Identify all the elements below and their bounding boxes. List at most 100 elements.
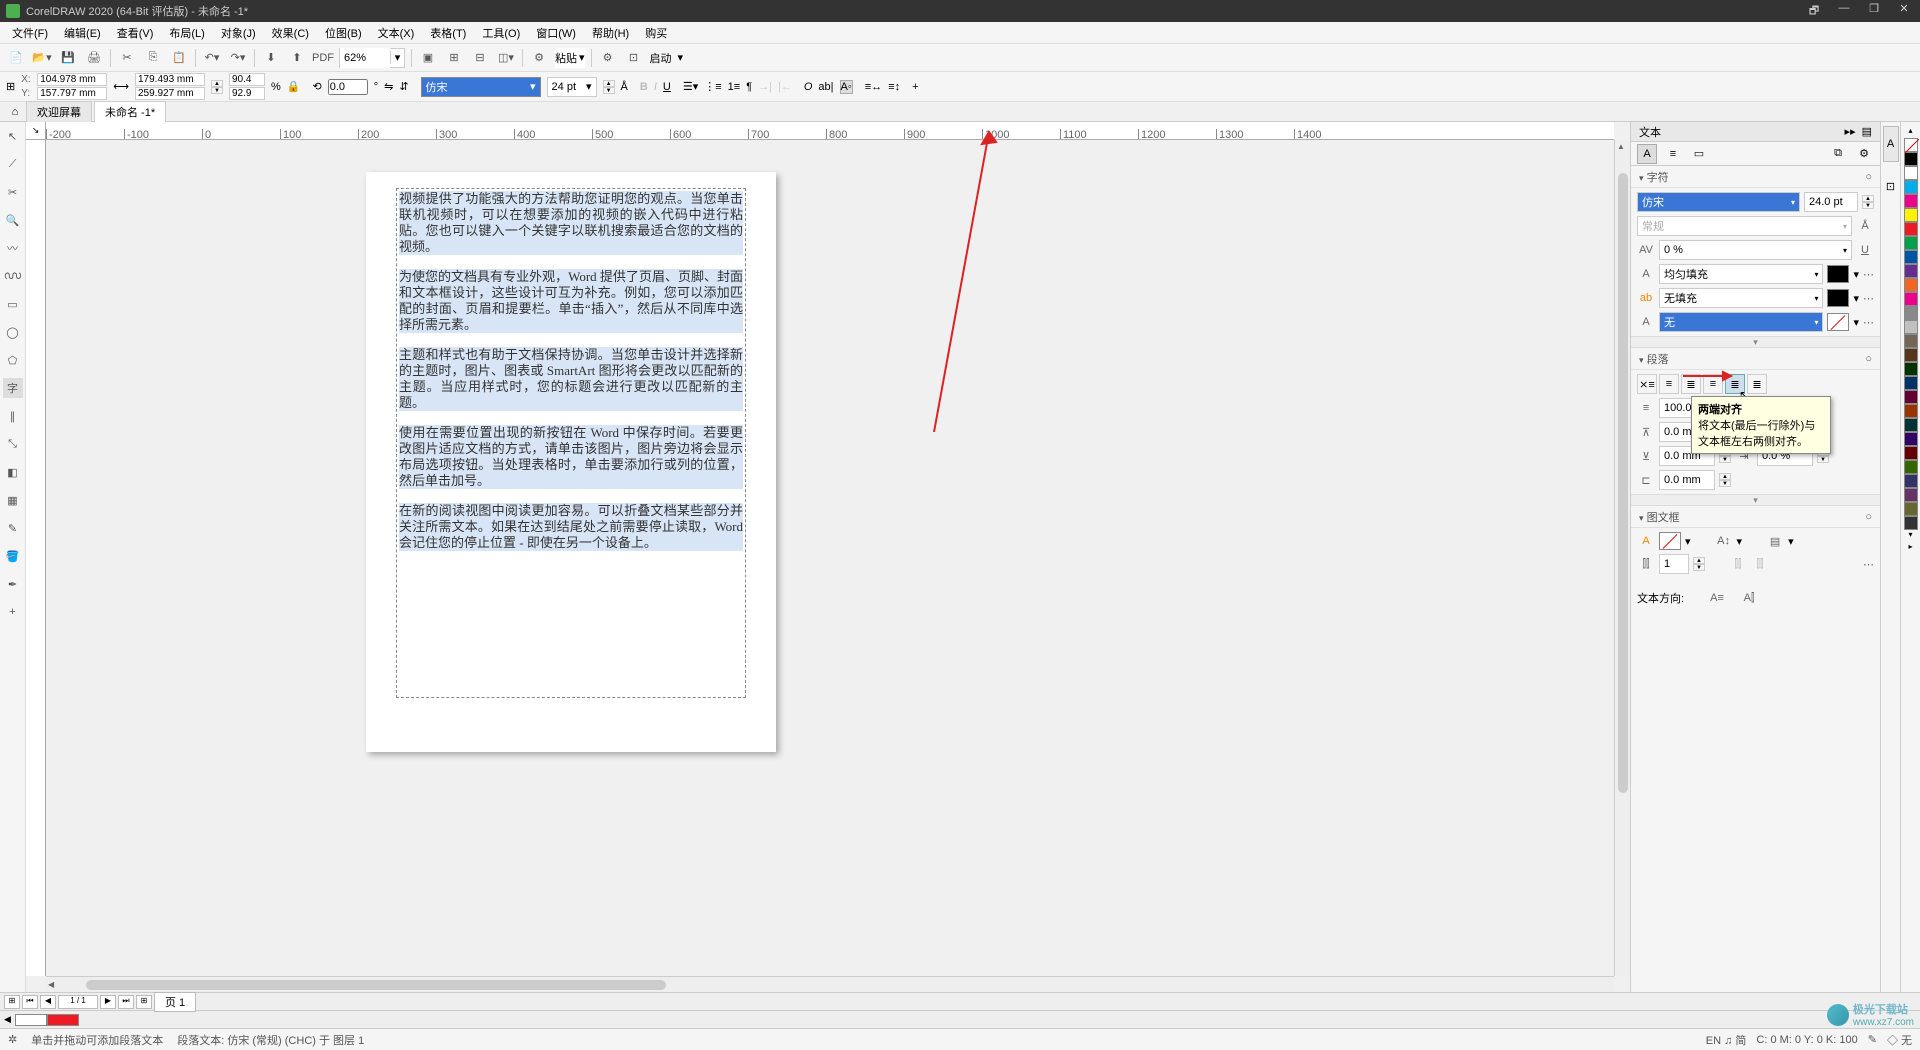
color-swatch[interactable] [1904, 264, 1918, 278]
color-swatch[interactable] [1904, 166, 1918, 180]
import-icon[interactable]: ⬇ [261, 48, 281, 68]
align-force-justify-icon[interactable]: ≣ [1747, 374, 1767, 394]
next-page-icon[interactable]: ▶ [100, 995, 116, 1009]
gear-icon[interactable]: ✲ [8, 1033, 17, 1046]
tab-welcome[interactable]: 欢迎屏幕 [26, 101, 92, 122]
fullscreen-icon[interactable]: ▣ [418, 48, 438, 68]
transparency-icon[interactable]: ▦ [3, 490, 23, 510]
bg-color-swatch[interactable] [1827, 289, 1849, 307]
tab-document[interactable]: 未命名 -1* [94, 101, 166, 122]
paragraph-5[interactable]: 在新的阅读视图中阅读更加容易。可以折叠文档某些部分并关注所需文本。如果在达到结尾… [399, 503, 743, 551]
chevron-down-icon[interactable]: ▾ [586, 80, 592, 93]
color-swatch[interactable] [1904, 306, 1918, 320]
color-swatch[interactable] [1904, 460, 1918, 474]
color-swatch[interactable] [1904, 208, 1918, 222]
align-justify-icon[interactable]: ≣ [1725, 374, 1745, 394]
paste-combo[interactable]: 粘贴 ▾ [555, 48, 585, 68]
horizontal-ruler[interactable]: -200-10001002003004005006007008009001000… [46, 122, 1614, 140]
no-fill-swatch[interactable] [1659, 532, 1681, 550]
last-page-icon[interactable]: ⏭ [118, 995, 134, 1009]
vertical-align-icon[interactable]: A↕ [1715, 535, 1733, 547]
mirror-v-icon[interactable]: ⇵ [399, 80, 408, 93]
ruler-origin[interactable]: ↘ [26, 122, 46, 140]
size-spinner[interactable]: ▲▼ [211, 80, 223, 94]
first-page-icon[interactable]: ⏮ [22, 995, 38, 1009]
more-icon[interactable]: ⋯ [1863, 292, 1874, 305]
scroll-thumb[interactable] [86, 980, 666, 990]
more-icon[interactable]: ⋯ [1863, 316, 1874, 329]
color-swatch[interactable] [1904, 320, 1918, 334]
underline-icon[interactable]: U [1856, 244, 1874, 256]
align-none-icon[interactable]: ⨯≡ [1637, 374, 1657, 394]
color-swatch[interactable] [1904, 390, 1918, 404]
menu-help[interactable]: 帮助(H) [586, 23, 635, 43]
chevron-down-icon[interactable]: ▾ [1685, 535, 1691, 548]
artistic-media-icon[interactable]: ൜ [3, 266, 23, 286]
indent-dec-icon[interactable]: |← [778, 81, 792, 93]
chevron-down-icon[interactable]: ▾ [1737, 535, 1743, 548]
scroll-thumb[interactable] [1618, 173, 1628, 793]
menu-view[interactable]: 查看(V) [111, 23, 160, 43]
color-swatch[interactable] [1904, 334, 1918, 348]
docker-tab-text[interactable]: 文本 ▸▸ ▤ [1631, 122, 1880, 142]
vertical-ruler[interactable] [26, 140, 46, 976]
palette-menu-icon[interactable]: ▸ [1904, 542, 1918, 554]
menu-buy[interactable]: 购买 [639, 23, 673, 43]
pdf-icon[interactable]: PDF [313, 48, 333, 68]
horizontal-scrollbar[interactable]: ◀ [46, 976, 1614, 992]
no-outline-swatch[interactable] [1827, 313, 1849, 331]
edit-text-icon[interactable]: ab| [818, 81, 833, 93]
menu-table[interactable]: 表格(T) [424, 23, 472, 43]
align-left-icon[interactable]: ☰▾ [683, 80, 698, 93]
spinner[interactable]: ▲▼ [1719, 473, 1731, 487]
color-swatch[interactable] [1904, 222, 1918, 236]
settings-icon[interactable]: ⚙ [1854, 144, 1874, 164]
parallel-dim-icon[interactable]: ∥ [3, 406, 23, 426]
gear-icon[interactable]: ○ [1865, 171, 1872, 183]
gear-icon[interactable]: ⚙ [598, 48, 618, 68]
chevron-down-icon[interactable]: ▾ [390, 51, 404, 64]
font-options-icon[interactable]: O [804, 81, 813, 93]
snap-icon[interactable]: ◫▾ [496, 48, 516, 68]
save-icon[interactable]: 💾 [58, 48, 78, 68]
variable-font-icon[interactable]: Å [1856, 220, 1874, 232]
expand-icon[interactable]: + [3, 602, 23, 622]
x-input[interactable] [37, 73, 107, 86]
lock-ratio-icon[interactable]: 🔒 [287, 80, 301, 93]
more-icon[interactable]: ⋯ [1863, 268, 1874, 281]
add-page-icon[interactable]: ⊞ [4, 995, 20, 1009]
maximize-button[interactable]: ❐ [1864, 2, 1884, 21]
zoom-combo[interactable]: ▾ [339, 48, 405, 68]
color-swatch[interactable] [1904, 278, 1918, 292]
eyedropper-icon[interactable]: ✎ [3, 518, 23, 538]
print-icon[interactable]: 🖨 [84, 48, 104, 68]
indent-inc-icon[interactable]: →| [758, 81, 772, 93]
menu-file[interactable]: 文件(F) [6, 23, 54, 43]
kerning-dropdown[interactable]: 0 %▾ [1659, 240, 1852, 260]
char-mode-icon[interactable]: A [1637, 144, 1657, 164]
shape-tool-icon[interactable]: ⟋ [3, 154, 23, 174]
text-direction-h-icon[interactable]: ≡↔ [865, 81, 882, 93]
cut-icon[interactable]: ✂ [117, 48, 137, 68]
palette-left-icon[interactable]: ◀ [4, 1014, 11, 1025]
columns-input[interactable] [1659, 554, 1689, 574]
section-paragraph[interactable]: ▾ 段落 ○ [1631, 348, 1880, 370]
menu-object[interactable]: 对象(J) [215, 23, 262, 43]
menu-bitmap[interactable]: 位图(B) [319, 23, 368, 43]
number-list-icon[interactable]: 1≡ [728, 81, 741, 93]
direction-v-icon[interactable]: A⫿ [1740, 592, 1758, 605]
ellipse-tool-icon[interactable]: ◯ [3, 322, 23, 342]
bold-icon[interactable]: B [640, 81, 648, 93]
fill-color-swatch[interactable] [1827, 265, 1849, 283]
indent-input[interactable] [1659, 470, 1715, 490]
palette-up-icon[interactable]: ▴ [1904, 126, 1918, 138]
menu-text[interactable]: 文本(X) [372, 23, 421, 43]
text-tool-icon[interactable]: 字 [3, 378, 23, 398]
undo-icon[interactable]: ↶▾ [202, 48, 222, 68]
paragraph-2[interactable]: 为使您的文档具有专业外观，Word 提供了页眉、页脚、封面和文本框设计，这些设计… [399, 269, 743, 333]
doc-window-button[interactable]: 🗗 [1804, 2, 1824, 21]
size-spinner[interactable]: ▲▼ [1862, 195, 1874, 209]
color-swatch[interactable] [1904, 236, 1918, 250]
italic-icon[interactable]: I [654, 81, 657, 93]
fill-tool-icon[interactable]: 🪣 [3, 546, 23, 566]
